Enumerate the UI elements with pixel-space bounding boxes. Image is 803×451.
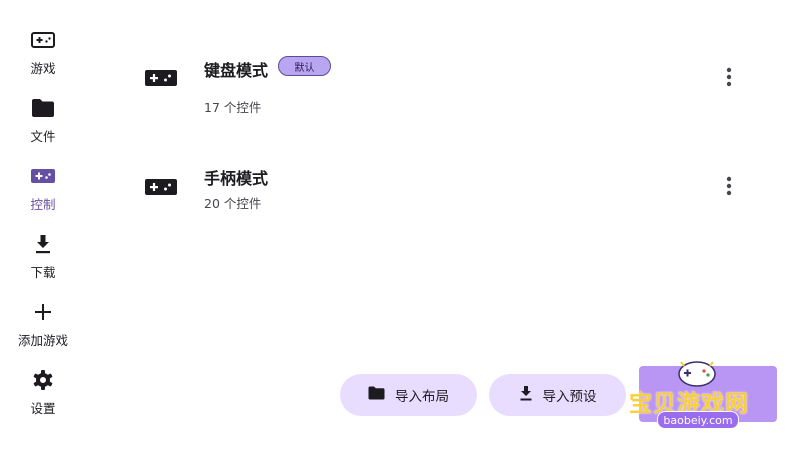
nav-item-add-game[interactable]: 添加游戏: [0, 298, 86, 358]
gamepad-icon: [145, 177, 177, 201]
download-icon: [519, 385, 533, 405]
nav-item-controls[interactable]: 控制: [0, 162, 86, 222]
nav-label-games: 游戏: [30, 61, 56, 76]
gamepad-icon: [30, 162, 56, 190]
watermark-url: baobeiy.com: [657, 411, 739, 429]
import-layout-label: 导入布局: [395, 389, 449, 405]
nav-item-settings[interactable]: 设置: [0, 366, 86, 426]
folder-icon: [368, 386, 385, 404]
gear-icon: [32, 366, 54, 394]
download-icon: [33, 230, 53, 258]
default-badge: 默认: [278, 56, 331, 76]
nav-item-downloads[interactable]: 下载: [0, 230, 86, 290]
plus-icon: [33, 298, 53, 326]
layout-name: 键盘模式: [204, 61, 269, 80]
folder-icon: [31, 94, 55, 122]
navigation-rail: 游戏 文件 控制 下载 添加游戏 设置: [0, 0, 86, 451]
more-options-icon[interactable]: [718, 173, 740, 199]
gamepad-icon: [145, 68, 177, 92]
nav-label-downloads: 下载: [30, 265, 56, 280]
more-options-icon[interactable]: [718, 64, 740, 90]
import-preset-label: 导入预设: [542, 389, 597, 405]
nav-label-files: 文件: [30, 129, 56, 144]
gamepad-icon: [30, 26, 56, 54]
nav-label-controls: 控制: [30, 197, 56, 212]
nav-label-add-game: 添加游戏: [17, 333, 68, 348]
layout-name: 手柄模式: [204, 169, 269, 188]
list-item-gamepad-mode[interactable]: 手柄模式 20 个控件: [86, 150, 803, 250]
list-item-keyboard-mode[interactable]: 键盘模式 默认 17 个控件: [86, 40, 803, 140]
watermark-logo: 宝贝游戏网 baobeiy.com: [627, 356, 779, 434]
layout-control-count: 17 个控件: [204, 100, 262, 115]
layout-control-count: 20 个控件: [204, 196, 262, 211]
nav-label-settings: 设置: [30, 401, 56, 416]
nav-item-files[interactable]: 文件: [0, 94, 86, 154]
import-layout-button[interactable]: 导入布局: [340, 374, 477, 416]
import-preset-button[interactable]: 导入预设: [489, 374, 626, 416]
nav-item-games[interactable]: 游戏: [0, 26, 86, 86]
